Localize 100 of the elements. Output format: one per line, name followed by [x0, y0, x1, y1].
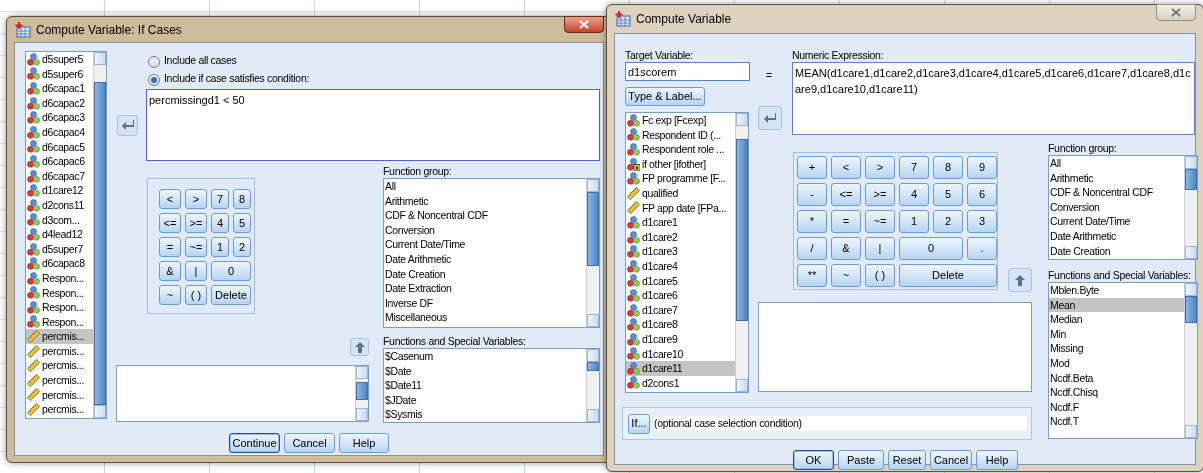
- radio-button[interactable]: [148, 74, 160, 86]
- variable-item[interactable]: d5super6: [26, 66, 93, 82]
- move-button[interactable]: [117, 114, 138, 136]
- keypad-key[interactable]: <: [159, 189, 181, 209]
- variable-item[interactable]: d6capac3: [26, 110, 93, 125]
- condition-field[interactable]: percmissingd1 < 50: [146, 89, 600, 161]
- up-button[interactable]: [1008, 268, 1032, 292]
- variable-item[interactable]: d1care7: [626, 302, 735, 318]
- variable-item[interactable]: d3com...: [26, 212, 93, 228]
- list-item[interactable]: CDF & Noncentral CDF: [384, 208, 586, 223]
- radio-label[interactable]: Include if case satisfies condition:: [164, 71, 310, 85]
- variable-item[interactable]: Respon...: [26, 300, 93, 315]
- list-item[interactable]: Ncdf.Chisq: [1049, 385, 1184, 400]
- list-item[interactable]: $Sysmis: [384, 407, 586, 422]
- list-item[interactable]: All: [1049, 156, 1184, 171]
- keypad-key[interactable]: /: [797, 237, 827, 260]
- keypad-key[interactable]: 1: [899, 210, 929, 233]
- list-item[interactable]: Inverse DF: [384, 295, 586, 311]
- variable-item[interactable]: Respon...: [26, 270, 93, 286]
- expression-field[interactable]: MEAN(d1care1,d1care2,d1care3,d1care4,d1care5,d1care6,d1care7,d1care8,d1care9,d1care10,d1care11): [792, 62, 1195, 135]
- variable-item[interactable]: percmis...: [26, 373, 93, 388]
- variable-item[interactable]: d1care10: [626, 346, 735, 362]
- list-item[interactable]: Min: [1049, 326, 1184, 342]
- list-item[interactable]: Date Arithmetic: [384, 251, 586, 267]
- variable-item[interactable]: Respondent role ...: [626, 142, 735, 157]
- scrollbar[interactable]: [586, 179, 599, 327]
- variable-item[interactable]: Respon...: [26, 285, 93, 301]
- keypad-key[interactable]: <=: [159, 213, 181, 233]
- keypad-key[interactable]: 3: [967, 210, 997, 233]
- scrollbar[interactable]: [1184, 283, 1197, 438]
- dialog-button[interactable]: Continue: [229, 433, 280, 453]
- variable-item[interactable]: d2cons1: [626, 375, 735, 391]
- keypad-key[interactable]: &: [831, 237, 861, 260]
- list-item[interactable]: Median: [1049, 312, 1184, 327]
- dialog-button[interactable]: Reset: [888, 450, 926, 470]
- list-item[interactable]: Conversion: [1049, 199, 1184, 215]
- up-button[interactable]: [350, 338, 369, 356]
- dialog-button[interactable]: Help: [339, 433, 389, 453]
- keypad-key[interactable]: 8: [233, 189, 251, 209]
- list-item[interactable]: Current Date/Time: [1049, 214, 1184, 229]
- variable-item[interactable]: d6capac7: [26, 168, 93, 184]
- keypad-key[interactable]: 5: [933, 183, 963, 206]
- close-button[interactable]: [564, 16, 604, 33]
- list-item[interactable]: Date Creation: [1049, 243, 1184, 259]
- keypad-key[interactable]: +: [797, 156, 827, 179]
- list-item[interactable]: Arithmetic: [384, 193, 586, 209]
- variable-item[interactable]: Respon...: [26, 314, 93, 330]
- scrollbar[interactable]: [93, 52, 106, 418]
- keypad-key[interactable]: 8: [933, 156, 963, 179]
- list-item[interactable]: Date Arithmetic: [1049, 228, 1184, 244]
- variable-item[interactable]: d6capac2: [26, 95, 93, 111]
- dialog-button[interactable]: OK: [793, 450, 834, 470]
- variable-item[interactable]: percmis...: [26, 402, 93, 417]
- dialog-button[interactable]: Cancel: [930, 450, 972, 470]
- dialog-button[interactable]: Cancel: [284, 433, 335, 453]
- list-item[interactable]: $Date: [384, 363, 586, 379]
- variable-item[interactable]: percmis...: [26, 387, 93, 403]
- scrollbar[interactable]: [355, 366, 368, 421]
- list-item[interactable]: Miscellaneous: [384, 310, 586, 325]
- keypad-key[interactable]: >=: [865, 183, 895, 206]
- keypad-key[interactable]: 9: [967, 156, 997, 179]
- variable-item[interactable]: d1care8: [626, 317, 735, 332]
- list-item[interactable]: Ncdf.F: [1049, 399, 1184, 415]
- keypad-key[interactable]: ~=: [185, 237, 207, 257]
- variable-item[interactable]: d6capac1: [26, 81, 93, 96]
- radio-label[interactable]: Include all cases: [164, 53, 237, 67]
- variable-item[interactable]: d1care2: [626, 229, 735, 245]
- keypad-key[interactable]: 4: [211, 213, 229, 233]
- keypad-key[interactable]: 0: [899, 237, 963, 260]
- variable-item[interactable]: if other [ifother]: [626, 156, 735, 172]
- list-item[interactable]: Current Date/Time: [384, 237, 586, 252]
- keypad-key[interactable]: -: [797, 183, 827, 206]
- keypad-key[interactable]: ( ): [185, 285, 207, 305]
- keypad-key[interactable]: ( ): [865, 264, 895, 287]
- list-item[interactable]: $Date11: [384, 378, 586, 393]
- list-item[interactable]: $JDate: [384, 392, 586, 408]
- variable-item[interactable]: qualified: [626, 185, 735, 201]
- variable-item[interactable]: Fc exp [Fcexp]: [626, 113, 735, 128]
- keypad-key[interactable]: &: [159, 261, 181, 281]
- variable-item[interactable]: d2cons11: [26, 197, 93, 213]
- keypad-key[interactable]: .: [967, 237, 997, 260]
- variable-item[interactable]: FP app date [FPa...: [626, 200, 735, 216]
- keypad-key[interactable]: =: [159, 237, 181, 257]
- list-item[interactable]: Date Extraction: [384, 281, 586, 296]
- list-item[interactable]: Mblen.Byte: [1049, 283, 1184, 298]
- dialog-button[interactable]: Paste: [838, 450, 884, 470]
- keypad-key[interactable]: Delete: [211, 285, 251, 305]
- variable-item[interactable]: d4lead12: [26, 227, 93, 242]
- variable-item[interactable]: percmis...: [26, 358, 93, 374]
- list-item[interactable]: Arithmetic: [1049, 170, 1184, 186]
- dialog-button[interactable]: Help: [976, 450, 1018, 470]
- list-item[interactable]: Ncdf.Beta: [1049, 370, 1184, 386]
- list-item[interactable]: Conversion: [384, 222, 586, 238]
- list-item[interactable]: Mean: [1049, 297, 1184, 313]
- list-item[interactable]: CDF & Noncentral CDF: [1049, 185, 1184, 200]
- list-item[interactable]: Date Creation: [384, 266, 586, 282]
- list-item[interactable]: $Casenum: [384, 349, 586, 364]
- keypad-key[interactable]: 7: [899, 156, 929, 179]
- variable-item[interactable]: d6capac4: [26, 124, 93, 140]
- text-area[interactable]: [116, 365, 369, 422]
